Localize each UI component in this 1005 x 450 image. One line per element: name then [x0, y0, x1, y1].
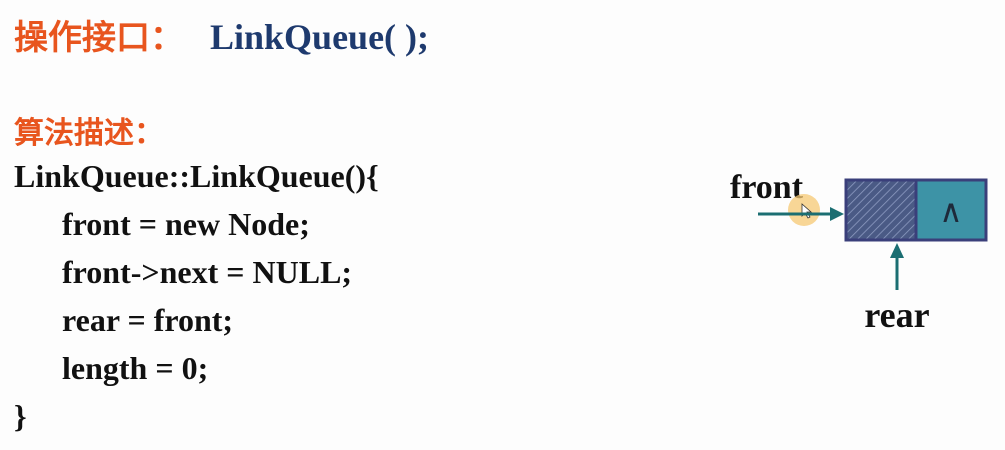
head-node: ∧ [844, 178, 988, 242]
code-line-rear-front: rear = front; [62, 302, 234, 338]
code-block: LinkQueue::LinkQueue(){ front = new Node… [14, 152, 379, 440]
null-pointer-symbol: ∧ [939, 192, 962, 230]
code-line-constructor: LinkQueue::LinkQueue(){ [14, 158, 379, 194]
linked-queue-diagram: front ∧ rear [730, 169, 988, 335]
algorithm-heading: 算法描述： [14, 116, 164, 151]
rear-arrow [890, 243, 904, 290]
node-data-cell [844, 178, 918, 242]
code-line-next-null: front->next = NULL; [62, 254, 353, 290]
code-line-new-node: front = new Node; [62, 206, 310, 242]
rear-label: rear [864, 295, 929, 335]
slide: 操作接口： LinkQueue( ); 算法描述： LinkQueue::Lin… [0, 0, 1005, 450]
title-row: 操作接口： LinkQueue( ); [14, 10, 429, 60]
code-line-close-brace: } [14, 398, 27, 434]
code-line-length: length = 0; [62, 350, 209, 386]
interface-heading: 操作接口： [14, 18, 184, 58]
interface-signature: LinkQueue( ); [210, 17, 430, 57]
